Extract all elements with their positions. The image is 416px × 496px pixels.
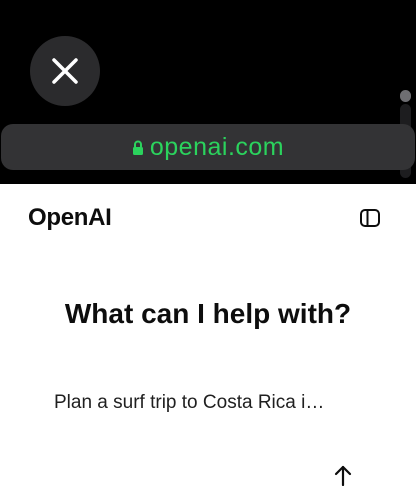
sidebar-toggle-icon bbox=[360, 209, 380, 227]
url-text: openai.com bbox=[149, 132, 285, 161]
close-icon bbox=[52, 58, 78, 84]
page-title: What can I help with? bbox=[64, 298, 352, 329]
suggested-prompt[interactable]: Plan a surf trip to Costa Rica i… bbox=[54, 392, 374, 414]
page-content: OpenAI What can I help with? Plan a surf… bbox=[0, 184, 416, 496]
lock-icon bbox=[132, 140, 143, 155]
arrow-up-icon bbox=[334, 465, 352, 486]
openai-logo[interactable]: OpenAI bbox=[28, 204, 112, 232]
browser-chrome: openai.com bbox=[0, 0, 416, 184]
url-bar[interactable]: openai.com bbox=[1, 124, 415, 170]
screen: openai.com OpenAI What can I help with? … bbox=[0, 0, 416, 496]
scrollbar-thumb[interactable] bbox=[400, 90, 411, 102]
sidebar-toggle-button[interactable] bbox=[358, 206, 382, 230]
close-button[interactable] bbox=[30, 36, 100, 106]
send-button[interactable] bbox=[328, 460, 358, 490]
